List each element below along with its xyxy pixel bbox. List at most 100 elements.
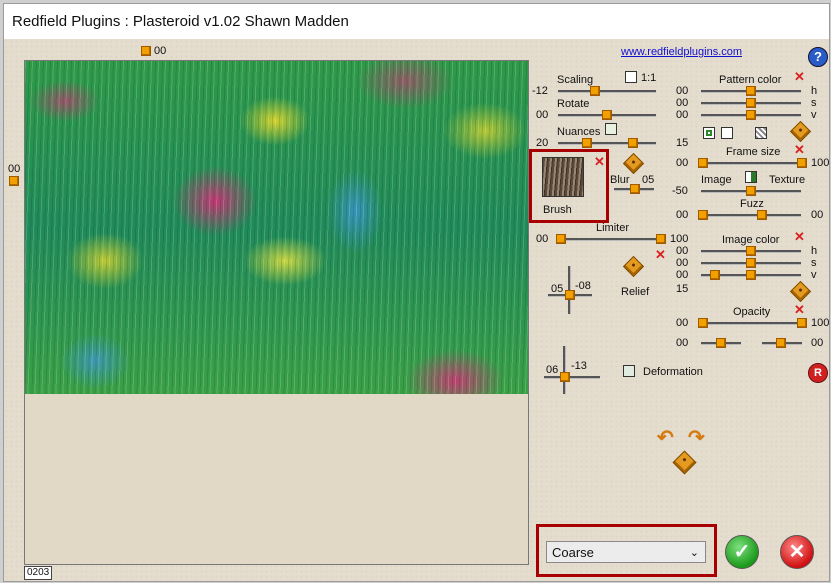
redo-arrow-icon[interactable]: ↷ bbox=[688, 428, 705, 448]
randomize-dice-icon[interactable] bbox=[672, 450, 697, 475]
frame-style-2-icon[interactable] bbox=[721, 127, 733, 139]
nuances-value-left: 20 bbox=[536, 137, 549, 149]
frame-dice-icon[interactable] bbox=[789, 120, 812, 143]
relief-label: Relief bbox=[621, 286, 650, 298]
frame-size-clear-icon[interactable]: ✕ bbox=[794, 143, 805, 156]
rotate-value: 00 bbox=[536, 109, 549, 121]
fuzz-knob-left[interactable] bbox=[698, 210, 708, 220]
pattern-v-knob[interactable] bbox=[746, 110, 756, 120]
deformation-knob[interactable] bbox=[560, 372, 570, 382]
image-color-label: Image color bbox=[722, 234, 780, 246]
nuances-slider-knob-right[interactable] bbox=[628, 138, 638, 148]
rotate-label: Rotate bbox=[557, 98, 590, 110]
preview-area[interactable] bbox=[24, 60, 529, 565]
pattern-color-label: Pattern color bbox=[719, 74, 782, 86]
preview-x-knob[interactable] bbox=[141, 46, 151, 56]
limiter-slider-knob-left[interactable] bbox=[556, 234, 566, 244]
image-s-label: s bbox=[811, 257, 817, 269]
fuzz-label: Fuzz bbox=[740, 198, 764, 210]
title-bar: Redfield Plugins : Plasteroid v1.02 Shaw… bbox=[4, 4, 829, 39]
image-texture-knob[interactable] bbox=[746, 186, 756, 196]
image-h-value: 00 bbox=[676, 245, 689, 257]
check-icon: ✓ bbox=[733, 541, 751, 563]
fuzz-min: 00 bbox=[676, 209, 689, 221]
blur-slider-knob[interactable] bbox=[630, 184, 640, 194]
brush-thumbnail[interactable] bbox=[542, 157, 584, 197]
deformation-checkbox[interactable] bbox=[623, 365, 635, 377]
pattern-h-knob[interactable] bbox=[746, 86, 756, 96]
opacity-row2-left: 00 bbox=[676, 337, 689, 349]
image-texture-value: -50 bbox=[672, 185, 688, 197]
nuances-label: Nuances bbox=[557, 126, 601, 138]
scaling-slider-knob[interactable] bbox=[590, 86, 600, 96]
opacity-clear-icon[interactable]: ✕ bbox=[794, 303, 805, 316]
pattern-s-knob[interactable] bbox=[746, 98, 756, 108]
deformation-x-track[interactable] bbox=[544, 376, 600, 379]
undo-arrow-icon[interactable]: ↶ bbox=[657, 428, 674, 448]
limiter-slider-track[interactable] bbox=[558, 238, 662, 241]
image-h-knob[interactable] bbox=[746, 246, 756, 256]
opacity-knob-left[interactable] bbox=[698, 318, 708, 328]
website-link[interactable]: www.redfieldplugins.com bbox=[621, 46, 742, 58]
frame-size-knob-right[interactable] bbox=[797, 158, 807, 168]
scaling-slider-track[interactable] bbox=[558, 90, 656, 93]
preview-y-knob[interactable] bbox=[9, 176, 19, 186]
texture-preset-select[interactable]: Coarse ⌄ bbox=[546, 541, 706, 563]
cancel-button[interactable]: ✕ bbox=[780, 535, 814, 569]
image-s-knob[interactable] bbox=[746, 258, 756, 268]
frame-size-max: 100 bbox=[811, 157, 830, 169]
fuzz-track[interactable] bbox=[701, 214, 801, 217]
brush-dice-icon[interactable] bbox=[622, 152, 645, 175]
frame-style-1-icon[interactable] bbox=[703, 127, 715, 139]
image-texture-toggle[interactable] bbox=[745, 171, 757, 183]
plugin-window: Redfield Plugins : Plasteroid v1.02 Shaw… bbox=[3, 3, 830, 582]
image-color-dice-icon[interactable] bbox=[789, 280, 812, 303]
opacity-row2-right: 00 bbox=[811, 337, 824, 349]
scaling-label: Scaling bbox=[557, 74, 594, 86]
frame-size-track[interactable] bbox=[701, 162, 805, 165]
image-s-value: 00 bbox=[676, 257, 689, 269]
nuances-checkbox[interactable] bbox=[605, 123, 617, 135]
brush-label: Brush bbox=[543, 204, 572, 216]
opacity-track[interactable] bbox=[701, 322, 805, 325]
opacity-row2-knob-left[interactable] bbox=[716, 338, 726, 348]
frame-size-knob-left[interactable] bbox=[698, 158, 708, 168]
nuances-value-right: 15 bbox=[676, 137, 689, 149]
rotate-slider-knob[interactable] bbox=[602, 110, 612, 120]
relief-clear-icon[interactable]: ✕ bbox=[655, 248, 666, 261]
frame-size-min: 00 bbox=[676, 157, 689, 169]
image-color-extra: 15 bbox=[676, 283, 689, 295]
help-button[interactable]: ? bbox=[808, 47, 828, 67]
opacity-label: Opacity bbox=[733, 306, 771, 318]
nuances-slider-knob-left[interactable] bbox=[582, 138, 592, 148]
opacity-knob-right[interactable] bbox=[797, 318, 807, 328]
reset-button[interactable]: R bbox=[808, 363, 828, 383]
image-v-knob[interactable] bbox=[746, 270, 756, 280]
brush-clear-icon[interactable]: ✕ bbox=[594, 155, 605, 168]
fuzz-knob-right[interactable] bbox=[757, 210, 767, 220]
ok-button[interactable]: ✓ bbox=[725, 535, 759, 569]
lock-ratio-checkbox[interactable] bbox=[625, 71, 637, 83]
frame-style-3-icon[interactable] bbox=[755, 127, 767, 139]
nuances-slider-track[interactable] bbox=[558, 142, 656, 145]
limiter-min: 00 bbox=[536, 233, 549, 245]
relief-x-value: 05 bbox=[551, 283, 564, 295]
pattern-color-clear-icon[interactable]: ✕ bbox=[794, 70, 805, 83]
texture-label: Texture bbox=[769, 174, 806, 186]
image-h-label: h bbox=[811, 245, 818, 257]
pattern-v-label: v bbox=[811, 109, 817, 121]
blur-label: Blur bbox=[610, 174, 630, 186]
preview-x-value: 00 bbox=[154, 45, 167, 57]
limiter-slider-knob-right[interactable] bbox=[656, 234, 666, 244]
pattern-h-value: 00 bbox=[676, 85, 689, 97]
relief-knob[interactable] bbox=[565, 290, 575, 300]
window-title: Redfield Plugins : Plasteroid v1.02 Shaw… bbox=[12, 13, 349, 30]
pattern-h-label: h bbox=[811, 85, 818, 97]
pattern-s-label: s bbox=[811, 97, 817, 109]
preview-y-value: 00 bbox=[8, 163, 21, 175]
deformation-y-track[interactable] bbox=[563, 346, 566, 394]
relief-dice-icon[interactable] bbox=[622, 255, 645, 278]
image-v-knob-left[interactable] bbox=[710, 270, 720, 280]
opacity-row2-knob-right[interactable] bbox=[776, 338, 786, 348]
image-color-clear-icon[interactable]: ✕ bbox=[794, 230, 805, 243]
